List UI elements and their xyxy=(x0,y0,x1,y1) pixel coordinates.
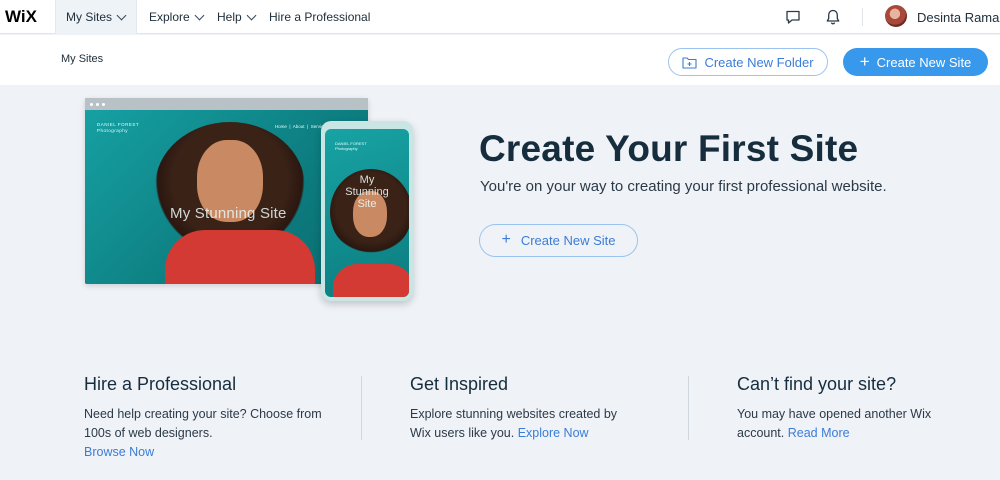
card-description: Need help creating your site? Choose fro… xyxy=(84,407,322,440)
get-inspired-card: Get Inspired Explore stunning websites c… xyxy=(410,374,670,443)
nav-my-sites-label: My Sites xyxy=(66,9,113,24)
user-name[interactable]: Desinta Ramad xyxy=(917,10,1000,25)
plus-icon: + xyxy=(859,51,870,71)
breadcrumb: My Sites xyxy=(61,53,104,65)
mobile-preview-brand: DANIEL FOREST Photography xyxy=(335,141,367,151)
nav-explore[interactable]: Explore xyxy=(149,0,205,34)
create-new-folder-button[interactable]: Create New Folder xyxy=(668,48,828,76)
chat-icon[interactable] xyxy=(784,8,802,26)
mobile-site-preview: DANIEL FOREST Photography My Stunning Si… xyxy=(321,121,413,301)
mobile-preview-screen: DANIEL FOREST Photography My Stunning Si… xyxy=(325,129,409,297)
card-text: Explore stunning websites created by Wix… xyxy=(410,405,640,443)
card-text: Need help creating your site? Choose fro… xyxy=(84,405,344,462)
nav-my-sites[interactable]: My Sites xyxy=(55,0,138,34)
nav-explore-label: Explore xyxy=(149,9,190,24)
create-new-site-label: Create New Site xyxy=(876,54,972,70)
mobile-photo-jacket xyxy=(333,264,409,297)
preview-menu: Home | About | Services xyxy=(274,124,328,129)
chevron-down-icon xyxy=(194,10,205,20)
preview-site-title: My Stunning Site xyxy=(170,205,287,222)
chevron-down-icon xyxy=(116,10,127,20)
preview-photo-jacket xyxy=(165,230,315,284)
avatar[interactable] xyxy=(885,5,907,27)
chevron-down-icon xyxy=(246,10,257,20)
browser-bar xyxy=(85,98,368,110)
nav-help[interactable]: Help xyxy=(217,0,257,34)
sites-header: My Sites Create New Folder + Create New … xyxy=(0,35,1000,85)
card-title: Hire a Professional xyxy=(84,374,237,394)
nav-help-label: Help xyxy=(217,9,242,24)
mobile-preview-site-title: My Stunning Site xyxy=(345,174,389,210)
folder-plus-icon xyxy=(682,56,697,69)
hero-create-new-site-label: Create New Site xyxy=(520,233,616,248)
hero-create-new-site-button[interactable]: + Create New Site xyxy=(479,224,638,257)
read-more-link[interactable]: Read More xyxy=(788,426,850,440)
nav-hire-professional[interactable]: Hire a Professional xyxy=(269,0,370,34)
browse-now-link[interactable]: Browse Now xyxy=(84,445,154,459)
top-navigation-bar: WiX My Sites Explore Help Hire a Profess… xyxy=(0,0,1000,34)
card-title: Can’t find your site? xyxy=(737,374,897,394)
wix-logo[interactable]: WiX xyxy=(5,7,37,27)
nav-hire-professional-label: Hire a Professional xyxy=(269,9,371,24)
cant-find-site-card: Can’t find your site? You may have opene… xyxy=(737,374,997,443)
create-new-folder-label: Create New Folder xyxy=(704,54,814,70)
page-title: Create Your First Site xyxy=(479,128,859,169)
topbar-divider xyxy=(862,8,863,26)
card-title: Get Inspired xyxy=(410,374,509,394)
column-divider xyxy=(361,376,362,440)
phone-notch xyxy=(349,121,385,127)
preview-brand: DANIEL FOREST Photography xyxy=(97,122,140,133)
card-text: You may have opened another Wix account.… xyxy=(737,405,952,443)
explore-now-link[interactable]: Explore Now xyxy=(518,426,589,440)
bell-icon[interactable] xyxy=(824,8,842,26)
hire-professional-card: Hire a Professional Need help creating y… xyxy=(84,374,344,462)
create-new-site-button[interactable]: + Create New Site xyxy=(843,48,988,76)
page-subtitle: You're on your way to creating your firs… xyxy=(480,178,887,195)
plus-icon: + xyxy=(501,230,511,248)
column-divider xyxy=(688,376,689,440)
